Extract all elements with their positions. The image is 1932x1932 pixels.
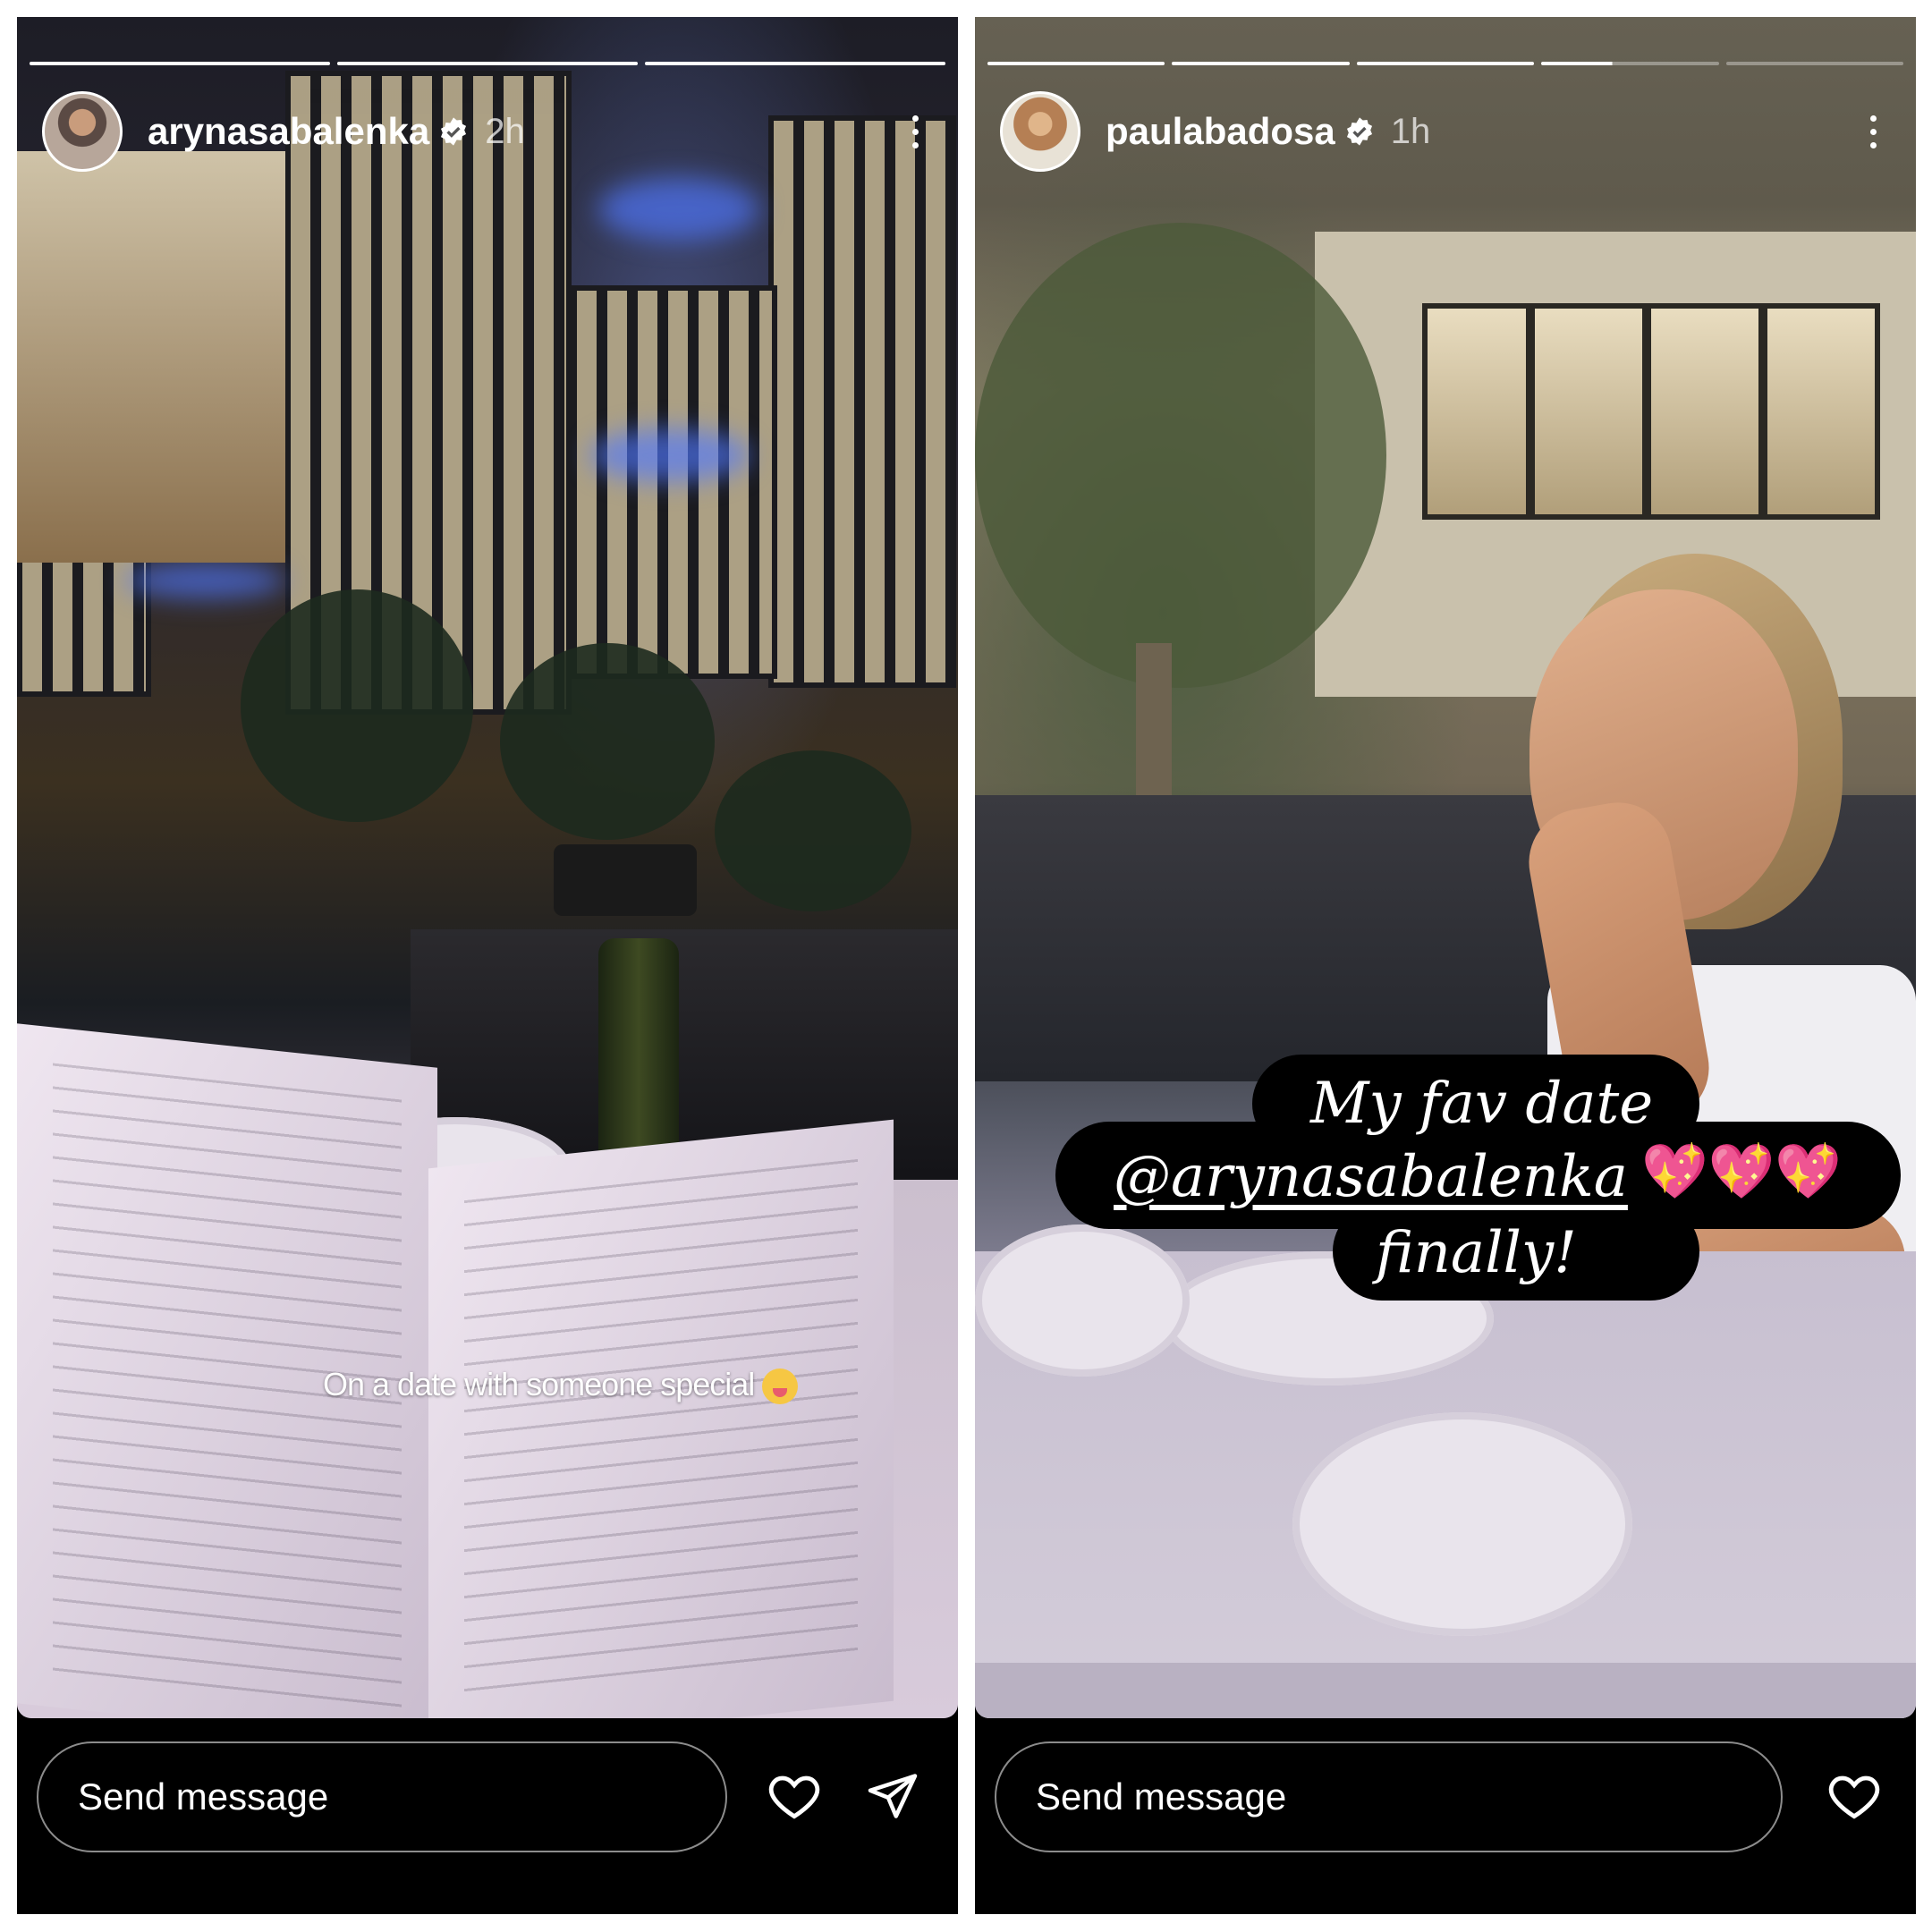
heart-icon[interactable]: [1823, 1765, 1885, 1827]
story-progress-bar: [987, 62, 1904, 65]
story-photo-hotel-dinner: [17, 17, 958, 1718]
plate: [1292, 1412, 1632, 1636]
more-options-icon[interactable]: [897, 100, 933, 163]
reply-bar: Send message: [17, 1718, 958, 1914]
send-icon[interactable]: [861, 1765, 924, 1827]
olive-tree: [975, 223, 1386, 688]
story-panel-left[interactable]: arynasabalenka 2h On a date with someone…: [17, 17, 958, 1914]
progress-segment: [337, 62, 638, 65]
avatar[interactable]: [1000, 91, 1080, 172]
canopy: [17, 151, 285, 563]
progress-segment: [1356, 62, 1535, 65]
squinting-face-with-tongue-icon: [762, 1368, 799, 1405]
sparkling-hearts-icon: 💖💖💖: [1641, 1140, 1842, 1203]
progress-segment: [30, 62, 330, 65]
hearts-emoji: 💖💖💖: [1641, 1141, 1843, 1201]
reply-bar: Send message: [975, 1718, 1916, 1914]
story-header: arynasabalenka 2h: [42, 87, 933, 176]
story-header: paulabadosa 1h: [1000, 87, 1891, 176]
username[interactable]: arynasabalenka: [148, 110, 429, 153]
verified-badge-icon: [438, 116, 469, 147]
window: [1646, 303, 1764, 520]
post-time: 2h: [485, 111, 525, 151]
hotel-tower: [768, 115, 956, 688]
sticker-text-line1: My fav date: [1310, 1071, 1654, 1137]
window: [1422, 303, 1531, 520]
heart-icon[interactable]: [763, 1765, 826, 1827]
progress-segment: [1172, 62, 1350, 65]
window: [1762, 303, 1880, 520]
sky-glow: [124, 563, 285, 598]
menu-right-page: [428, 1119, 894, 1718]
story-caption: On a date with someone special: [323, 1366, 799, 1405]
send-message-placeholder: Send message: [1036, 1775, 1287, 1818]
table-lamp: [554, 844, 697, 916]
progress-segment: [1725, 62, 1904, 65]
palm-tree: [500, 643, 715, 840]
sky-glow: [589, 428, 750, 482]
send-message-input[interactable]: Send message: [995, 1741, 1783, 1852]
sky-glow: [598, 178, 759, 241]
hotel-tower: [572, 285, 777, 679]
avatar[interactable]: [42, 91, 123, 172]
window: [1530, 303, 1648, 520]
sticker-text-line3: finally!: [1376, 1220, 1577, 1286]
caption-text: On a date with someone special: [323, 1366, 755, 1402]
palm-tree: [715, 750, 911, 911]
story-photo-restaurant-portrait: [975, 17, 1916, 1718]
progress-segment: [645, 62, 945, 65]
send-message-placeholder: Send message: [78, 1775, 329, 1818]
story-progress-bar: [30, 62, 945, 65]
palm-tree: [241, 589, 473, 822]
send-message-input[interactable]: Send message: [37, 1741, 727, 1852]
username[interactable]: paulabadosa: [1106, 110, 1335, 153]
mention-link[interactable]: @arynasabalenka: [1114, 1144, 1628, 1210]
plate: [975, 1224, 1190, 1377]
post-time: 1h: [1390, 111, 1431, 151]
photo-bottom-band: [975, 1663, 1916, 1718]
more-options-icon[interactable]: [1855, 100, 1891, 163]
progress-segment: [1541, 62, 1719, 65]
verified-badge-icon: [1344, 116, 1375, 147]
story-panel-right[interactable]: paulabadosa 1h My fav date @arynasabalen…: [975, 17, 1916, 1914]
progress-segment: [987, 62, 1165, 65]
